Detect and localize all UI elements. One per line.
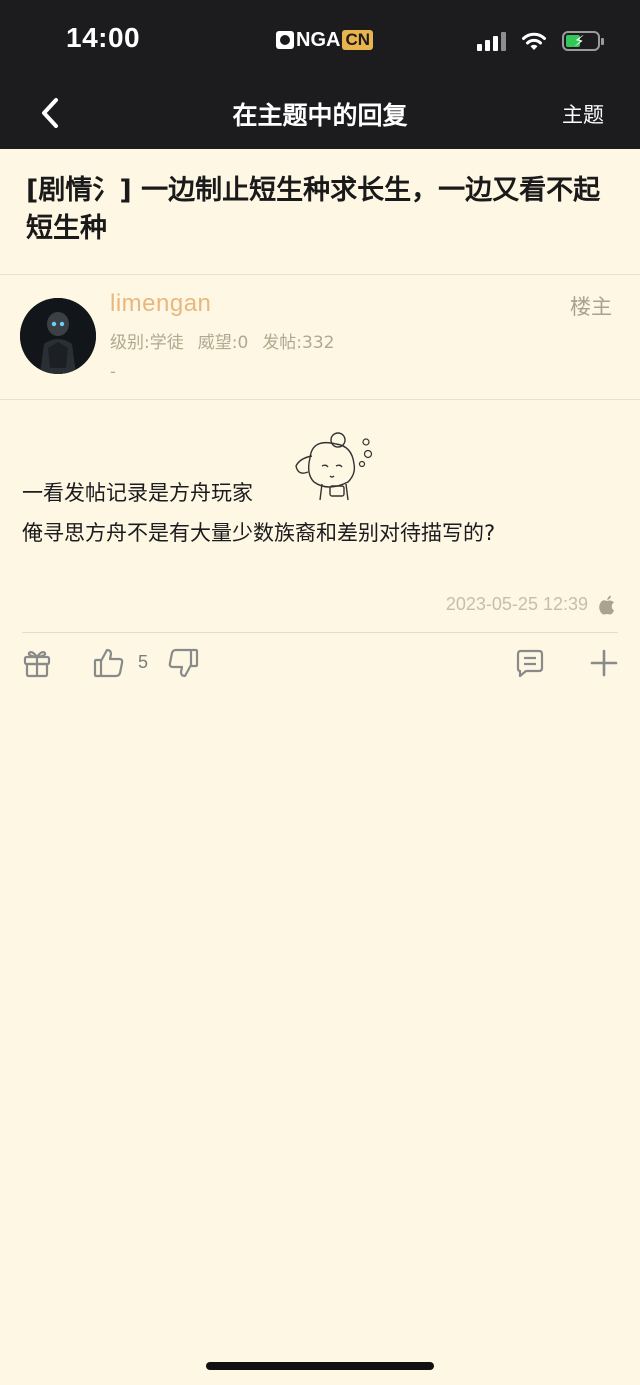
comment-icon[interactable] <box>514 646 546 680</box>
nav-title: 在主题中的回复 <box>232 101 408 130</box>
post-divider <box>22 632 618 633</box>
post-line: 一看发帖记录是方舟玩家 <box>22 481 253 505</box>
top-bar: 14:00 NGA CN ⚡ 在主题中的回复 主题 <box>0 0 640 149</box>
author-meta: 级别:学徒 威望:0 发帖:332 <box>110 328 334 353</box>
thumbs-down-icon[interactable] <box>166 646 200 680</box>
thumbs-up-icon[interactable] <box>92 646 126 680</box>
topic-button[interactable]: 主题 <box>562 99 604 129</box>
post-timestamp: 2023-05-25 12:39 <box>445 594 588 614</box>
status-icons: ⚡ <box>477 30 604 52</box>
logo-suffix: CN <box>342 30 374 50</box>
logo-text: NGA <box>296 28 341 51</box>
author-level: 级别:学徒 <box>110 333 184 353</box>
app-logo: NGA CN <box>276 28 374 52</box>
avatar[interactable] <box>20 298 96 374</box>
home-indicator <box>206 1362 434 1370</box>
wifi-icon <box>522 32 546 50</box>
like-count: 5 <box>138 652 149 672</box>
author-signature: - <box>110 362 116 381</box>
plus-icon[interactable] <box>588 646 620 680</box>
battery-icon: ⚡ <box>562 31 604 51</box>
post-line: 俺寻思方舟不是有大量少数族裔和差别对待描写的? <box>22 521 496 545</box>
author-posts: 发帖:332 <box>262 333 335 353</box>
sticker-image <box>295 432 373 501</box>
cellular-signal-icon <box>477 31 506 51</box>
gift-icon[interactable] <box>22 646 52 680</box>
author-name[interactable]: limengan <box>110 290 211 318</box>
thread-title: [剧情氵] 一边制止短生种求长生，一边又看不起短生种 <box>26 175 601 244</box>
author-prestige: 威望:0 <box>197 333 249 353</box>
status-time: 14:00 <box>66 22 141 53</box>
author-divider <box>0 399 640 400</box>
floor-tag: 楼主 <box>570 295 612 319</box>
title-divider <box>0 274 640 275</box>
apple-icon <box>599 595 614 615</box>
logo-mark-icon <box>276 31 294 49</box>
